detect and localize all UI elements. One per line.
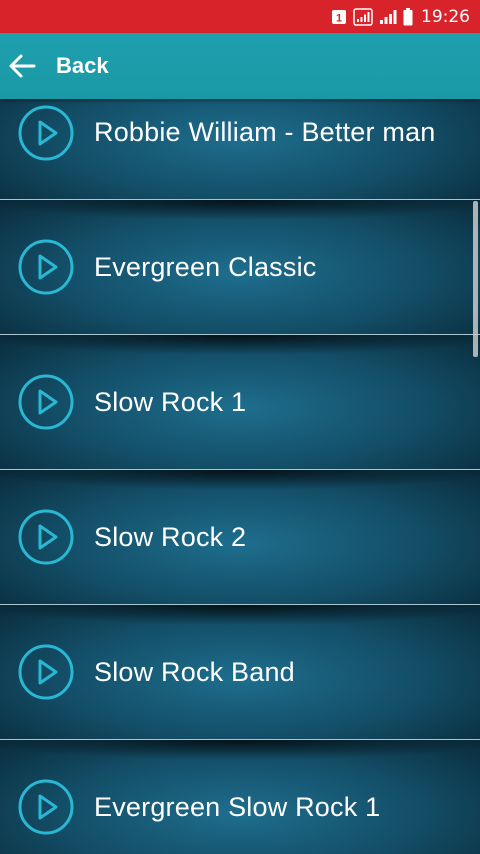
track-list[interactable]: Robbie William - Better man Evergreen Cl… [0,99,480,854]
list-item-label: Robbie William - Better man [94,117,436,147]
arrow-left-icon[interactable] [6,49,40,83]
status-time: 19:26 [421,6,470,27]
notification-badge-count: 1 [336,12,342,24]
list-item[interactable]: Slow Rock Band [0,605,480,740]
play-circle-icon[interactable] [18,644,74,700]
list-item[interactable]: Robbie William - Better man [0,99,480,200]
app-bar: Back [0,33,480,99]
play-circle-icon[interactable] [18,509,74,565]
play-circle-icon[interactable] [18,779,74,835]
signal-icon [379,9,397,25]
notification-badge-icon: 1 [331,9,347,25]
list-item-label: Evergreen Classic [94,251,317,282]
play-circle-icon[interactable] [18,374,74,430]
list-item[interactable]: Slow Rock 2 [0,470,480,605]
back-button[interactable]: Back [56,53,109,79]
play-circle-icon[interactable] [18,105,74,161]
play-circle-icon[interactable] [18,239,74,295]
scrollbar[interactable] [473,201,478,357]
list-item[interactable]: Evergreen Classic [0,200,480,335]
list-item-label: Slow Rock Band [94,656,295,687]
list-item-label: Slow Rock 1 [94,386,247,417]
list-item-label: Evergreen Slow Rock 1 [94,791,381,822]
signal-bars-icon [353,7,373,26]
list-item[interactable]: Evergreen Slow Rock 1 [0,740,480,854]
battery-icon [403,7,413,26]
list-item[interactable]: Slow Rock 1 [0,335,480,470]
status-bar: 1 19:26 [0,0,480,33]
list-item-label: Slow Rock 2 [94,521,247,552]
